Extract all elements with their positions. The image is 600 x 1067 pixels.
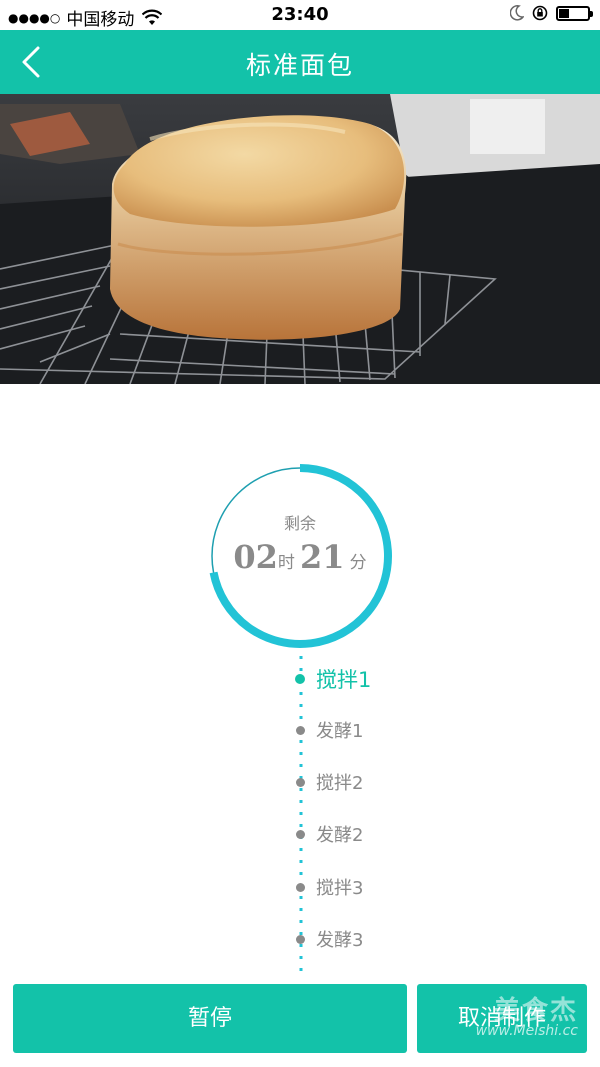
step-dot <box>296 725 305 735</box>
status-bar: ●●●●○ 中国移动 23:40 <box>0 0 600 30</box>
timer-value: 02时 21 分 <box>200 538 400 576</box>
step-item-2[interactable]: 发酵1 <box>296 717 363 743</box>
battery-level <box>559 8 569 18</box>
step-label: 搅拌1 <box>316 668 372 692</box>
step-item-3[interactable]: 搅拌2 <box>296 769 363 795</box>
page-title: 标准面包 <box>245 51 354 80</box>
timer-label: 剩余 <box>283 514 316 533</box>
step-dot <box>296 829 305 839</box>
step-label: 搅拌3 <box>316 878 364 899</box>
step-dot <box>296 934 305 944</box>
nav-bar: 标准面包 <box>0 30 600 94</box>
step-label: 发酵2 <box>316 825 364 846</box>
do-not-disturb-moon-icon <box>510 5 524 21</box>
step-item-1[interactable]: 搅拌1 <box>295 664 372 694</box>
step-item-6[interactable]: 发酵3 <box>296 926 363 952</box>
step-item-4[interactable]: 发酵2 <box>296 821 363 847</box>
timer-hours: 02 <box>233 538 278 576</box>
cancel-production-button[interactable]: 取消制作 <box>417 984 587 1053</box>
timer-minutes: 21 <box>300 538 345 576</box>
status-right <box>510 5 593 21</box>
step-dot <box>296 777 305 787</box>
step-label: 发酵3 <box>316 930 364 951</box>
step-item-5[interactable]: 搅拌3 <box>296 874 363 900</box>
bread-photo <box>0 94 600 384</box>
step-dot <box>295 674 305 684</box>
countdown-timer: 剩余 02时 21 分 <box>200 456 400 656</box>
step-label: 发酵1 <box>316 721 364 742</box>
step-dot <box>296 882 305 892</box>
timer-minutes-unit: 分 <box>349 553 367 573</box>
battery-icon <box>556 5 593 21</box>
recipe-hero-image <box>0 94 600 384</box>
orientation-lock-icon <box>532 5 548 21</box>
pause-button[interactable]: 暂停 <box>13 984 407 1053</box>
step-label: 搅拌2 <box>316 773 364 794</box>
timer-hours-unit: 时 <box>277 553 295 573</box>
